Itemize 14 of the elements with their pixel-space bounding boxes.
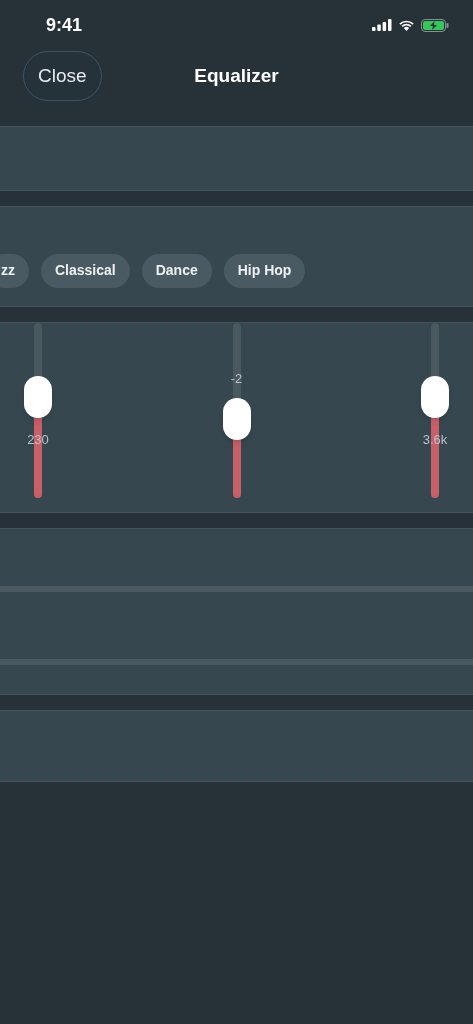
preset-chip[interactable]: Hip Hop [223,253,306,288]
status-time: 9:41 [46,13,83,37]
wifi-icon [398,19,415,31]
screen-title: Equalizer [194,63,279,88]
slider-thumb[interactable] [24,375,52,418]
close-button[interactable]: Close [23,51,102,101]
preset-chip[interactable]: Classical [41,253,130,288]
signal-icon [372,19,392,31]
preset-chip[interactable]: zz [0,253,29,288]
slider-thumb[interactable] [222,398,251,441]
gain-label: -2 [229,370,244,389]
preset-chip[interactable]: Dance [141,253,212,288]
slider-thumb[interactable] [421,375,449,418]
battery-icon [421,18,449,32]
